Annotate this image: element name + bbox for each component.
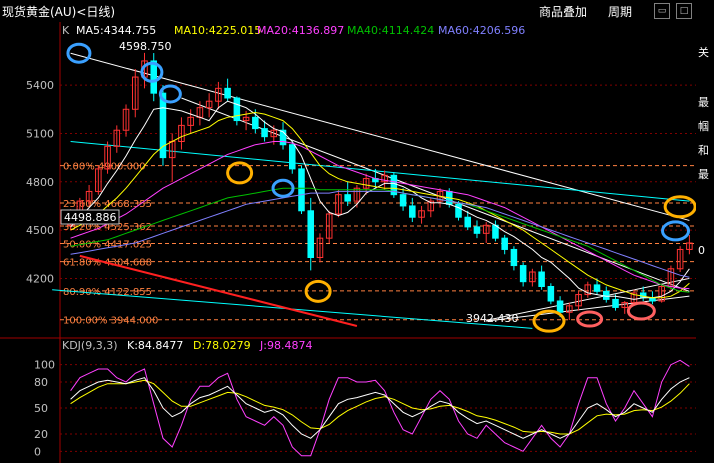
price-tick-label: 4500 <box>26 224 54 237</box>
candle-body <box>298 168 305 212</box>
candle-body <box>547 286 555 302</box>
kdj-k-legend: K:84.8477 <box>127 339 183 352</box>
candle-body <box>473 226 481 234</box>
side-char-2: 最 <box>698 96 709 109</box>
candle-body <box>612 298 619 308</box>
candle-body <box>556 300 564 313</box>
kdj-tick-label: 0 <box>34 445 41 458</box>
side-char-5: 最 <box>698 168 709 181</box>
side-char-1: 关 <box>698 46 709 59</box>
price-tick-label: 4800 <box>26 176 54 189</box>
k-label: K <box>62 24 70 37</box>
low-price-label: 3942.430 <box>466 312 519 325</box>
ma20-legend: MA20:4136.897 <box>257 24 344 37</box>
side-char-3: 帼 <box>698 120 709 133</box>
ma10-legend: MA10:4225.015 <box>174 24 261 37</box>
candle-body <box>593 284 601 292</box>
kdj-tick-label: 80 <box>34 376 48 389</box>
candle-body <box>150 60 158 94</box>
fib-level-label: 23.60% 4668.355 <box>63 199 152 210</box>
kdj-indicator <box>60 359 696 457</box>
highlight-circle-marker <box>661 220 691 242</box>
price-tick-label: 5100 <box>26 127 54 140</box>
candle-body <box>519 265 527 283</box>
highlight-circle-marker <box>626 301 656 321</box>
candle-body <box>409 205 416 218</box>
candle-body <box>510 248 518 267</box>
kdj-j-legend: J:98.4874 <box>259 339 312 352</box>
candle-body <box>501 237 508 250</box>
ma60-legend: MA60:4206.596 <box>438 24 525 37</box>
kdj-tick-label: 50 <box>34 402 48 415</box>
price-axis: 4200 4500 4800 5100 5400 100 80 50 20 0 <box>26 79 55 458</box>
ma-line-ma60 <box>70 190 690 278</box>
kdj-tick-label: 100 <box>34 359 55 372</box>
candle-body <box>261 128 268 138</box>
ma5-legend: MA5:4344.755 <box>76 24 156 37</box>
highlight-circle-marker <box>576 310 604 328</box>
kdj-tick-label: 20 <box>34 428 48 441</box>
side-char-4: 和 <box>698 144 709 157</box>
kdj-label: KDJ(9,3,3) <box>62 339 118 352</box>
candle-body <box>455 203 462 218</box>
high-price-label: 4598.750 <box>119 40 172 53</box>
fib-level-label: 100.00% 3944.000 <box>63 316 158 327</box>
side-char-6: 0 <box>698 244 705 257</box>
candle-body <box>288 144 296 170</box>
kdj-line-d <box>70 379 690 435</box>
price-tick-label: 4200 <box>26 272 54 285</box>
ma40-legend: MA40:4114.424 <box>347 24 434 37</box>
current-price-text: 4498.886 <box>64 211 117 224</box>
candle-body <box>252 116 259 130</box>
highlight-circle-marker <box>532 309 566 333</box>
candle-body <box>224 87 231 99</box>
side-info-panel: 关 最 帼 和 最 0 <box>696 22 714 463</box>
candle-body <box>464 216 472 228</box>
candle-body <box>233 97 241 122</box>
chart-canvas: 0.00% 4900.00023.60% 4668.35538.20% 4525… <box>0 22 696 463</box>
candle-body <box>307 210 315 258</box>
candle-body <box>399 194 407 207</box>
candle-body <box>344 194 351 202</box>
highlight-circle-marker <box>226 161 254 185</box>
candle-body <box>538 271 545 287</box>
kdj-d-legend: D:78.0279 <box>193 339 251 352</box>
price-tick-label: 5400 <box>26 79 54 92</box>
